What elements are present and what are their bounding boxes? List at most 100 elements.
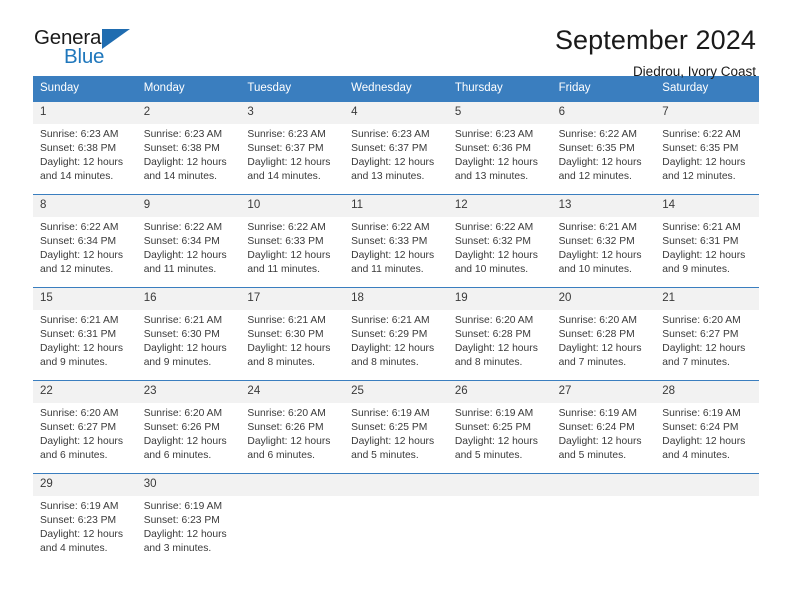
day-number[interactable]: 4: [344, 102, 448, 124]
day-number[interactable]: 22: [33, 381, 137, 403]
week-daynumber-strip: 8 9 10 11 12 13 14: [33, 194, 759, 217]
day-daylight-text: and 10 minutes.: [558, 263, 632, 275]
day-cell[interactable]: Sunrise: 6:19 AM Sunset: 6:24 PM Daylight:…: [655, 403, 759, 473]
day-number-empty: [655, 474, 759, 496]
day-daylight-text: and 7 minutes.: [558, 356, 627, 368]
day-daylight-text: Daylight: 12 hours: [558, 156, 642, 168]
day-cell[interactable]: Sunrise: 6:19 AM Sunset: 6:25 PM Daylight:…: [344, 403, 448, 473]
day-number[interactable]: 26: [448, 381, 552, 403]
day-number[interactable]: 14: [655, 195, 759, 217]
day-number[interactable]: 10: [240, 195, 344, 217]
week-detail-strip: Sunrise: 6:20 AM Sunset: 6:27 PM Daylight:…: [33, 402, 759, 473]
day-sunset-text: Sunset: 6:28 PM: [558, 328, 635, 340]
day-daylight-text: Daylight: 12 hours: [351, 342, 435, 354]
day-cell[interactable]: Sunrise: 6:22 AM Sunset: 6:33 PM Daylight:…: [344, 217, 448, 287]
day-number[interactable]: 20: [552, 288, 656, 310]
day-sunset-text: Sunset: 6:30 PM: [247, 328, 324, 340]
day-number[interactable]: 8: [33, 195, 137, 217]
day-sunset-text: Sunset: 6:27 PM: [662, 328, 739, 340]
day-sunset-text: Sunset: 6:29 PM: [351, 328, 428, 340]
day-cell[interactable]: Sunrise: 6:22 AM Sunset: 6:35 PM Daylight:…: [655, 124, 759, 194]
day-number[interactable]: 6: [552, 102, 656, 124]
day-cell[interactable]: Sunrise: 6:22 AM Sunset: 6:33 PM Daylight:…: [240, 217, 344, 287]
calendar-weeks: 1 2 3 4 5 6 7 Sunrise: 6:23 AM Sunset: 6:38 PM Da…: [33, 101, 759, 566]
day-number[interactable]: 15: [33, 288, 137, 310]
day-number[interactable]: 29: [33, 474, 137, 496]
day-cell[interactable]: Sunrise: 6:21 AM Sunset: 6:30 PM Daylight:…: [240, 310, 344, 380]
day-cell[interactable]: Sunrise: 6:21 AM Sunset: 6:31 PM Daylight:…: [33, 310, 137, 380]
day-cell[interactable]: Sunrise: 6:19 AM Sunset: 6:23 PM Daylight:…: [33, 496, 137, 566]
day-number[interactable]: 18: [344, 288, 448, 310]
day-daylight-text: Daylight: 12 hours: [351, 156, 435, 168]
page-header: General Blue September 2024 Diedrou, Ivo…: [0, 0, 792, 78]
day-cell[interactable]: Sunrise: 6:20 AM Sunset: 6:26 PM Daylight:…: [137, 403, 241, 473]
day-sunrise-text: Sunrise: 6:19 AM: [454, 407, 534, 419]
day-number[interactable]: 19: [448, 288, 552, 310]
day-daylight-text: Daylight: 12 hours: [558, 342, 642, 354]
calendar-week-row: 15 16 17 18 19 20 21 Sunrise: 6:21 AM Sunset: 6:…: [33, 286, 759, 380]
day-sunset-text: Sunset: 6:26 PM: [143, 421, 220, 433]
day-number[interactable]: 7: [655, 102, 759, 124]
weekday-header-row: Sunday Monday Tuesday Wednesday Thursday Frid…: [33, 76, 759, 102]
day-sunset-text: Sunset: 6:24 PM: [662, 421, 739, 433]
day-sunrise-text: Sunrise: 6:23 AM: [454, 128, 534, 140]
day-daylight-text: Daylight: 12 hours: [247, 156, 331, 168]
day-sunrise-text: Sunrise: 6:22 AM: [351, 221, 430, 233]
day-cell[interactable]: Sunrise: 6:23 AM Sunset: 6:37 PM Daylight:…: [344, 124, 448, 194]
day-number[interactable]: 23: [137, 381, 241, 403]
day-number[interactable]: 17: [240, 288, 344, 310]
day-sunrise-text: Sunrise: 6:20 AM: [662, 314, 741, 326]
day-cell[interactable]: Sunrise: 6:20 AM Sunset: 6:28 PM Daylight:…: [552, 310, 656, 380]
day-cell[interactable]: Sunrise: 6:23 AM Sunset: 6:36 PM Daylight:…: [448, 124, 552, 194]
day-daylight-text: Daylight: 12 hours: [351, 249, 435, 261]
day-cell[interactable]: Sunrise: 6:19 AM Sunset: 6:23 PM Daylight:…: [137, 496, 241, 566]
week-daynumber-strip: 1234567: [33, 101, 759, 124]
day-cell[interactable]: Sunrise: 6:21 AM Sunset: 6:30 PM Daylight:…: [137, 310, 241, 380]
day-cell[interactable]: Sunrise: 6:22 AM Sunset: 6:34 PM Daylight:…: [33, 217, 137, 287]
day-cell[interactable]: Sunrise: 6:20 AM Sunset: 6:27 PM Daylight:…: [33, 403, 137, 473]
day-number[interactable]: 9: [137, 195, 241, 217]
day-cell[interactable]: Sunrise: 6:22 AM Sunset: 6:34 PM Daylight:…: [137, 217, 241, 287]
week-detail-strip: Sunrise: 6:19 AM Sunset: 6:23 PM Daylight:…: [33, 495, 759, 566]
day-number[interactable]: 13: [552, 195, 656, 217]
day-sunset-text: Sunset: 6:36 PM: [454, 142, 531, 154]
day-sunrise-text: Sunrise: 6:23 AM: [143, 128, 223, 140]
day-number[interactable]: 27: [552, 381, 656, 403]
day-number[interactable]: 24: [240, 381, 344, 403]
calendar-page: General Blue September 2024 Diedrou, Ivo…: [0, 0, 792, 612]
day-cell[interactable]: Sunrise: 6:20 AM Sunset: 6:27 PM Daylight:…: [655, 310, 759, 380]
day-number[interactable]: 3: [240, 102, 344, 124]
day-number[interactable]: 21: [655, 288, 759, 310]
day-sunrise-text: Sunrise: 6:23 AM: [40, 128, 119, 140]
day-number[interactable]: 1: [33, 102, 137, 124]
day-sunset-text: Sunset: 6:35 PM: [662, 142, 739, 154]
day-sunrise-text: Sunrise: 6:22 AM: [454, 221, 534, 233]
day-cell[interactable]: Sunrise: 6:20 AM Sunset: 6:26 PM Daylight:…: [240, 403, 344, 473]
day-cell[interactable]: Sunrise: 6:20 AM Sunset: 6:28 PM Daylight:…: [448, 310, 552, 380]
day-number[interactable]: 11: [344, 195, 448, 217]
day-daylight-text: and 14 minutes.: [143, 170, 217, 182]
day-cell[interactable]: Sunrise: 6:21 AM Sunset: 6:29 PM Daylight:…: [344, 310, 448, 380]
day-cell[interactable]: Sunrise: 6:23 AM Sunset: 6:38 PM Daylight:…: [137, 124, 241, 194]
day-cell[interactable]: Sunrise: 6:19 AM Sunset: 6:25 PM Daylight:…: [448, 403, 552, 473]
day-cell[interactable]: Sunrise: 6:22 AM Sunset: 6:35 PM Daylight:…: [552, 124, 656, 194]
day-number[interactable]: 12: [448, 195, 552, 217]
day-cell[interactable]: Sunrise: 6:23 AM Sunset: 6:38 PM Daylight:…: [33, 124, 137, 194]
day-cell[interactable]: Sunrise: 6:21 AM Sunset: 6:31 PM Daylight:…: [655, 217, 759, 287]
day-daylight-text: and 5 minutes.: [351, 449, 419, 461]
weekday-header-monday: Monday: [143, 82, 185, 94]
day-daylight-text: Daylight: 12 hours: [662, 342, 746, 354]
day-number[interactable]: 16: [137, 288, 241, 310]
general-blue-logo[interactable]: General Blue: [34, 26, 144, 72]
day-number[interactable]: 30: [137, 474, 241, 496]
day-number[interactable]: 25: [344, 381, 448, 403]
day-number[interactable]: 5: [448, 102, 552, 124]
day-cell[interactable]: Sunrise: 6:23 AM Sunset: 6:37 PM Daylight:…: [240, 124, 344, 194]
day-number[interactable]: 28: [655, 381, 759, 403]
day-sunrise-text: Sunrise: 6:21 AM: [40, 314, 119, 326]
day-cell[interactable]: Sunrise: 6:22 AM Sunset: 6:32 PM Daylight:…: [448, 217, 552, 287]
day-cell[interactable]: Sunrise: 6:21 AM Sunset: 6:32 PM Daylight:…: [552, 217, 656, 287]
day-number[interactable]: 2: [137, 102, 241, 124]
day-sunset-text: Sunset: 6:38 PM: [40, 142, 117, 154]
day-cell[interactable]: Sunrise: 6:19 AM Sunset: 6:24 PM Daylight:…: [552, 403, 656, 473]
